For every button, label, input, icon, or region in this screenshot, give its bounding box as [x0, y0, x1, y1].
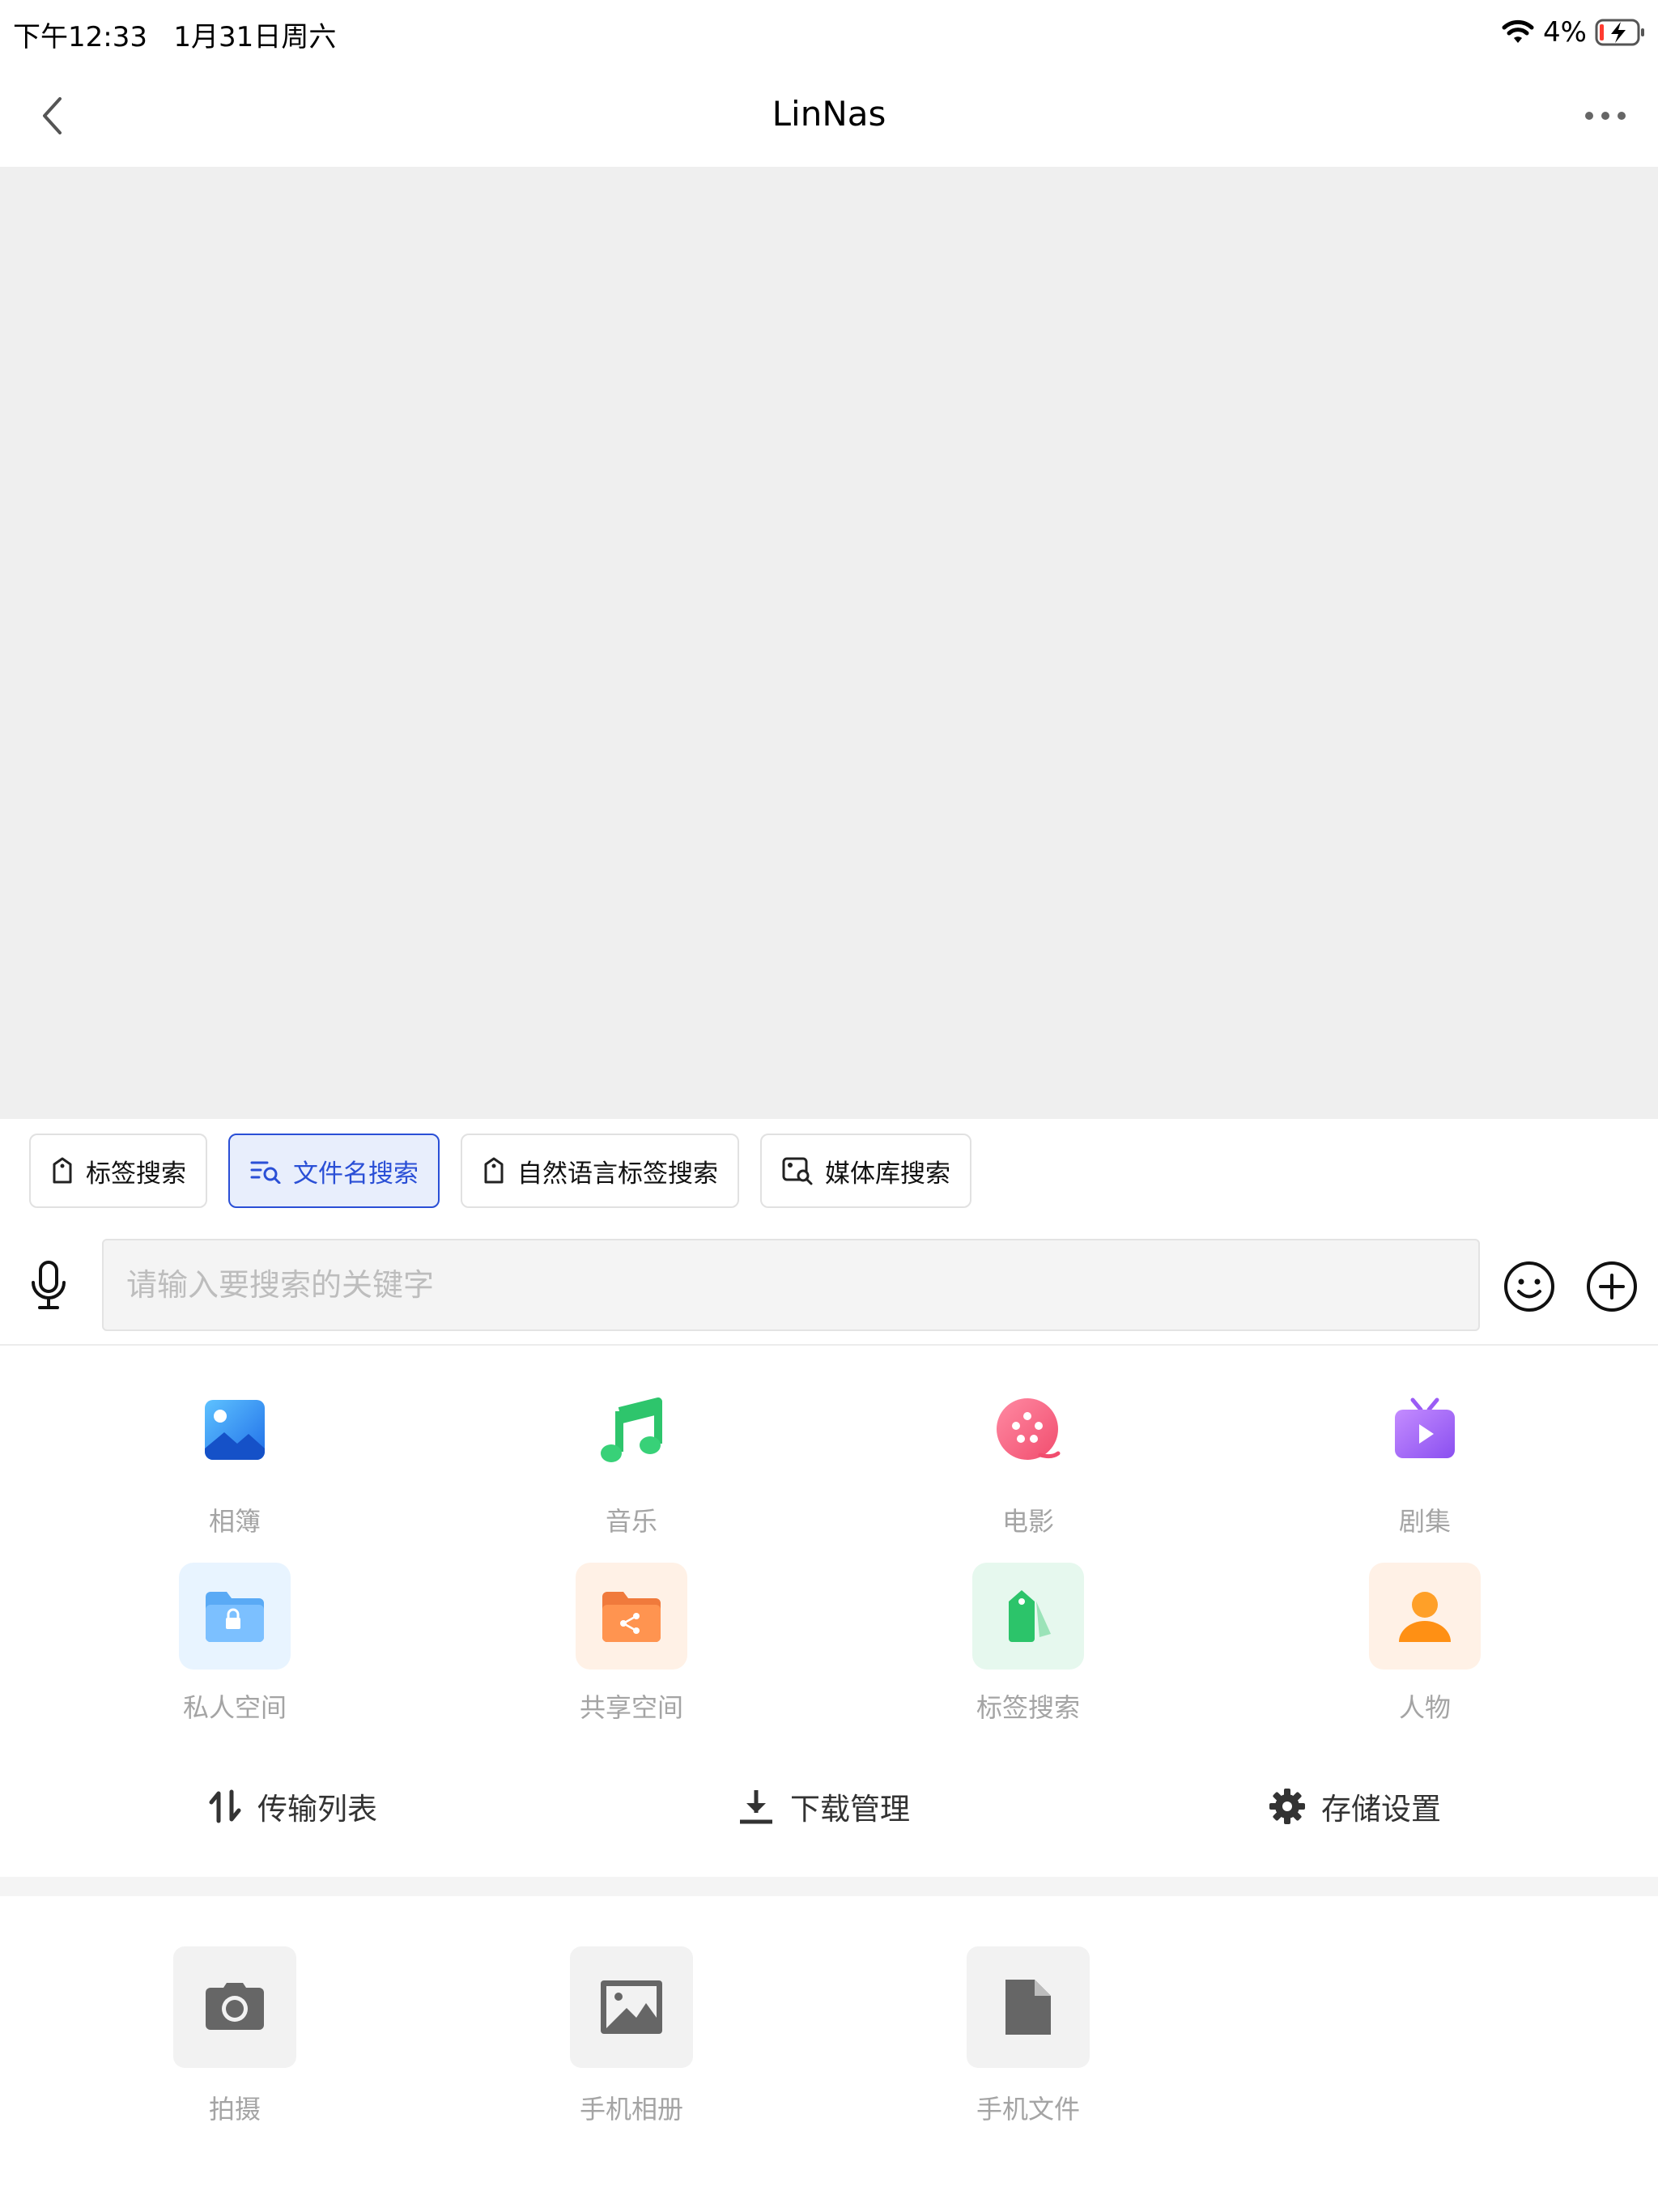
- download-icon: [740, 1790, 772, 1824]
- download-manager-link[interactable]: 下载管理: [737, 1778, 910, 1835]
- attach-phone-files[interactable]: 手机文件: [931, 1946, 1125, 2141]
- gear-icon: [1269, 1789, 1305, 1824]
- more-button[interactable]: [1569, 89, 1642, 143]
- search-mode-tabs: 标签搜索 文件名搜索 自然语言标签搜索 媒体库搜索: [29, 1134, 971, 1208]
- nav-bar: LinNas: [0, 65, 1658, 167]
- grid-item-movie[interactable]: 电影: [931, 1376, 1125, 1538]
- tab-media-library-search[interactable]: 媒体库搜索: [760, 1134, 971, 1208]
- image-search-icon: [782, 1157, 813, 1185]
- camera-icon: [173, 1946, 296, 2068]
- more-dot: [1601, 112, 1609, 120]
- grid-item-private-space[interactable]: 私人空间: [138, 1563, 332, 1725]
- input-row: [0, 1239, 1658, 1333]
- plus-circle-icon: [1587, 1261, 1637, 1312]
- divider: [0, 1344, 1658, 1346]
- more-dots-icon: [1585, 112, 1593, 120]
- quick-link-label: 存储设置: [1321, 1792, 1441, 1827]
- tab-natural-language-search[interactable]: 自然语言标签搜索: [461, 1134, 739, 1208]
- status-time: 下午12:33 1月31日周六: [13, 15, 336, 54]
- grid-item-album[interactable]: 相簿: [138, 1376, 332, 1538]
- attach-phone-gallery[interactable]: 手机相册: [534, 1946, 729, 2141]
- photo-album-icon: [179, 1376, 291, 1483]
- grid-item-music[interactable]: 音乐: [534, 1376, 729, 1538]
- grid-item-series[interactable]: 剧集: [1328, 1376, 1522, 1538]
- tab-label: 文件名搜索: [293, 1159, 419, 1189]
- microphone-icon: [32, 1261, 66, 1309]
- person-icon: [1369, 1563, 1481, 1670]
- storage-settings-link[interactable]: 存储设置: [1268, 1778, 1441, 1835]
- more-dot: [1618, 112, 1626, 120]
- tab-label: 标签搜索: [86, 1159, 186, 1189]
- grid-item-label: 电影: [1001, 1506, 1054, 1537]
- tab-label: 媒体库搜索: [825, 1159, 950, 1189]
- smiley-icon: [1504, 1261, 1554, 1312]
- grid-item-label: 私人空间: [182, 1692, 287, 1723]
- tag-icon: [484, 1157, 504, 1184]
- quick-link-label: 下载管理: [790, 1792, 910, 1827]
- grid-item-label: 共享空间: [579, 1692, 683, 1723]
- grid-item-label: 标签搜索: [976, 1692, 1080, 1723]
- grid-item-label: 音乐: [605, 1506, 657, 1537]
- grid-item-tag-search[interactable]: 标签搜索: [931, 1563, 1125, 1725]
- file-icon: [967, 1946, 1090, 2068]
- music-note-icon: [576, 1376, 687, 1483]
- locked-folder-icon: [179, 1563, 291, 1670]
- grid-item-label: 相簿: [208, 1506, 261, 1537]
- shared-folder-icon: [576, 1563, 687, 1670]
- battery-charging-icon: [1595, 19, 1644, 46]
- tag-icon: [53, 1157, 72, 1184]
- page-title: LinNas: [772, 94, 886, 134]
- transfer-list-link[interactable]: 传输列表: [207, 1778, 377, 1835]
- attach-camera[interactable]: 拍摄: [138, 1946, 332, 2141]
- voice-input-button[interactable]: [24, 1257, 73, 1315]
- file-search-icon: [250, 1161, 281, 1184]
- grid-item-people[interactable]: 人物: [1328, 1563, 1522, 1725]
- section-divider: [0, 1877, 1658, 1896]
- tab-filename-search[interactable]: 文件名搜索: [228, 1134, 440, 1208]
- attach-label: 拍摄: [208, 2094, 261, 2125]
- tv-series-icon: [1369, 1376, 1481, 1483]
- add-button[interactable]: [1585, 1260, 1639, 1313]
- search-input[interactable]: [102, 1239, 1480, 1331]
- tab-label: 自然语言标签搜索: [517, 1159, 718, 1189]
- chat-content-area[interactable]: [0, 167, 1658, 1119]
- wifi-icon: [1502, 19, 1534, 43]
- attach-label: 手机文件: [976, 2094, 1080, 2125]
- tab-tag-search[interactable]: 标签搜索: [29, 1134, 207, 1208]
- quick-link-label: 传输列表: [257, 1792, 377, 1827]
- gallery-icon: [570, 1946, 693, 2068]
- emoji-button[interactable]: [1503, 1260, 1556, 1313]
- battery-percent: 4%: [1543, 16, 1587, 49]
- tag-icon: [972, 1563, 1084, 1670]
- grid-item-label: 剧集: [1398, 1506, 1451, 1537]
- transfer-icon: [209, 1789, 241, 1823]
- grid-item-label: 人物: [1398, 1692, 1451, 1723]
- status-bar: 下午12:33 1月31日周六 4%: [0, 0, 1658, 65]
- status-date: 1月31日周六: [173, 21, 337, 53]
- attach-label: 手机相册: [579, 2094, 683, 2125]
- film-reel-icon: [972, 1376, 1084, 1483]
- status-indicators: 4%: [1501, 15, 1647, 50]
- status-clock: 下午12:33: [13, 21, 147, 53]
- grid-item-shared-space[interactable]: 共享空间: [534, 1563, 729, 1725]
